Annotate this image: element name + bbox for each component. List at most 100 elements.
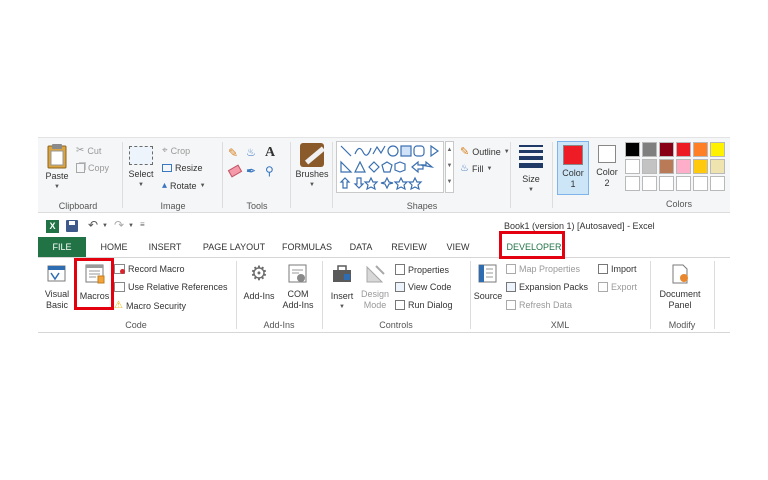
visual-basic-button[interactable]: Visual Basic (42, 263, 72, 311)
design-mode-button[interactable]: Design Mode (359, 263, 391, 311)
window-title: Book1 (version 1) [Autosaved] - Excel (504, 221, 655, 231)
add-ins-button[interactable]: ⚙ Add-Ins (241, 263, 277, 302)
use-relative-references-button[interactable]: Use Relative References (114, 282, 228, 292)
palette-color-swatch[interactable] (710, 176, 725, 191)
select-rectangle-icon (129, 146, 153, 165)
paste-button[interactable]: Paste ▼ (42, 143, 72, 193)
crop-button[interactable]: ⌖ Crop (162, 145, 190, 156)
modify-group-label: Modify (668, 320, 696, 330)
source-button[interactable]: Source (472, 263, 504, 302)
copy-button[interactable]: Copy (76, 163, 109, 173)
use-relative-references-label: Use Relative References (128, 282, 228, 292)
pencil-icon[interactable]: ✎ (228, 146, 242, 160)
fill-icon: ♨ (460, 163, 469, 174)
palette-color-swatch[interactable] (659, 142, 674, 157)
color1-button[interactable]: Color 1 (557, 141, 589, 195)
customize-qat-icon[interactable]: ≡ (140, 220, 145, 229)
shapes-scrollbar[interactable]: ▲ ▼ ▼ (445, 141, 454, 193)
map-properties-icon (506, 264, 516, 274)
com-add-ins-button[interactable]: COM Add-Ins (280, 263, 316, 311)
tab-data[interactable]: DATA (344, 237, 378, 257)
brushes-label: Brushes (295, 169, 329, 179)
redo-dropdown-icon[interactable]: ▼ (128, 223, 134, 229)
expansion-packs-button[interactable]: Expansion Packs (506, 282, 588, 292)
palette-color-swatch[interactable] (693, 159, 708, 174)
redo-icon[interactable]: ↷ (114, 218, 124, 232)
fill-bucket-icon[interactable]: ♨ (246, 146, 260, 160)
color1-label-line2: 1 (570, 179, 576, 189)
record-macro-label: Record Macro (128, 264, 185, 274)
tab-page-layout[interactable]: PAGE LAYOUT (198, 237, 270, 257)
select-label: Select (128, 169, 154, 179)
shapes-gallery-icons (339, 144, 440, 191)
outline-label: Outline (472, 146, 501, 157)
cut-button[interactable]: ✂ Cut (76, 145, 101, 156)
color-picker-icon[interactable]: ✒ (246, 164, 260, 178)
xml-source-icon (478, 264, 497, 283)
separator (470, 261, 471, 329)
separator (510, 142, 511, 208)
expand-gallery-icon[interactable]: ▼ (446, 174, 453, 190)
document-panel-button[interactable]: Document Panel (654, 263, 706, 311)
palette-color-swatch[interactable] (625, 159, 640, 174)
palette-color-swatch[interactable] (659, 159, 674, 174)
import-button[interactable]: Import (598, 264, 637, 274)
record-macro-button[interactable]: Record Macro (114, 264, 185, 274)
magnifier-icon[interactable]: ⚲ (265, 164, 279, 178)
color2-button[interactable]: Color 2 (591, 141, 623, 195)
shapes-gallery[interactable] (336, 141, 444, 193)
document-panel-icon (672, 264, 688, 284)
tab-formulas[interactable]: FORMULAS (278, 237, 336, 257)
palette-color-swatch[interactable] (676, 159, 691, 174)
palette-color-swatch[interactable] (659, 176, 674, 191)
palette-color-swatch[interactable] (710, 159, 725, 174)
tab-insert[interactable]: INSERT (142, 237, 188, 257)
refresh-data-button[interactable]: Refresh Data (506, 300, 572, 310)
visual-basic-label-line1: Visual (44, 289, 70, 299)
eraser-icon[interactable] (227, 164, 243, 178)
palette-color-swatch[interactable] (625, 142, 640, 157)
insert-control-button[interactable]: Insert ▼ (327, 263, 357, 313)
palette-color-swatch[interactable] (693, 142, 708, 157)
undo-dropdown-icon[interactable]: ▼ (102, 223, 108, 229)
size-label: Size (522, 174, 540, 184)
palette-color-swatch[interactable] (642, 176, 657, 191)
palette-color-swatch[interactable] (642, 159, 657, 174)
palette-color-swatch[interactable] (625, 176, 640, 191)
palette-color-swatch[interactable] (693, 176, 708, 191)
resize-button[interactable]: Resize (162, 163, 203, 173)
palette-color-swatch[interactable] (676, 176, 691, 191)
clipboard-icon (47, 144, 67, 169)
scroll-up-icon[interactable]: ▲ (446, 142, 453, 158)
select-button[interactable]: Select ▼ (126, 146, 156, 191)
palette-color-swatch[interactable] (710, 142, 725, 157)
paste-dropdown-icon: ▼ (54, 184, 60, 190)
text-tool-icon[interactable]: A (265, 145, 275, 161)
size-button[interactable]: Size ▼ (516, 143, 546, 196)
view-code-button[interactable]: View Code (395, 282, 451, 292)
design-mode-label-line2: Mode (363, 300, 387, 310)
export-button[interactable]: Export (598, 282, 637, 292)
fill-button[interactable]: ♨ Fill ▼ (460, 163, 492, 174)
rotate-button[interactable]: ▴ Rotate ▼ (162, 180, 206, 191)
palette-color-swatch[interactable] (676, 142, 691, 157)
tab-review[interactable]: REVIEW (386, 237, 432, 257)
palette-color-swatch[interactable] (642, 142, 657, 157)
macros-button[interactable]: Macros (78, 263, 111, 302)
tab-developer[interactable]: DEVELOPER (502, 237, 566, 257)
run-dialog-button[interactable]: Run Dialog (395, 300, 453, 310)
outline-button[interactable]: ✎ Outline ▼ (460, 145, 510, 158)
scroll-down-icon[interactable]: ▼ (446, 158, 453, 174)
import-icon (598, 264, 608, 274)
macro-security-button[interactable]: ⚠ Macro Security (114, 300, 186, 311)
undo-icon[interactable]: ↶ (88, 218, 98, 232)
run-dialog-label: Run Dialog (408, 300, 453, 310)
map-properties-button[interactable]: Map Properties (506, 264, 580, 274)
tab-view[interactable]: VIEW (440, 237, 476, 257)
add-ins-group-label: Add-Ins (263, 320, 295, 330)
save-icon[interactable] (66, 220, 78, 232)
tab-file[interactable]: FILE (38, 237, 86, 257)
properties-button[interactable]: Properties (395, 264, 449, 275)
brushes-button[interactable]: Brushes ▼ (294, 143, 330, 191)
tab-home[interactable]: HOME (93, 237, 135, 257)
